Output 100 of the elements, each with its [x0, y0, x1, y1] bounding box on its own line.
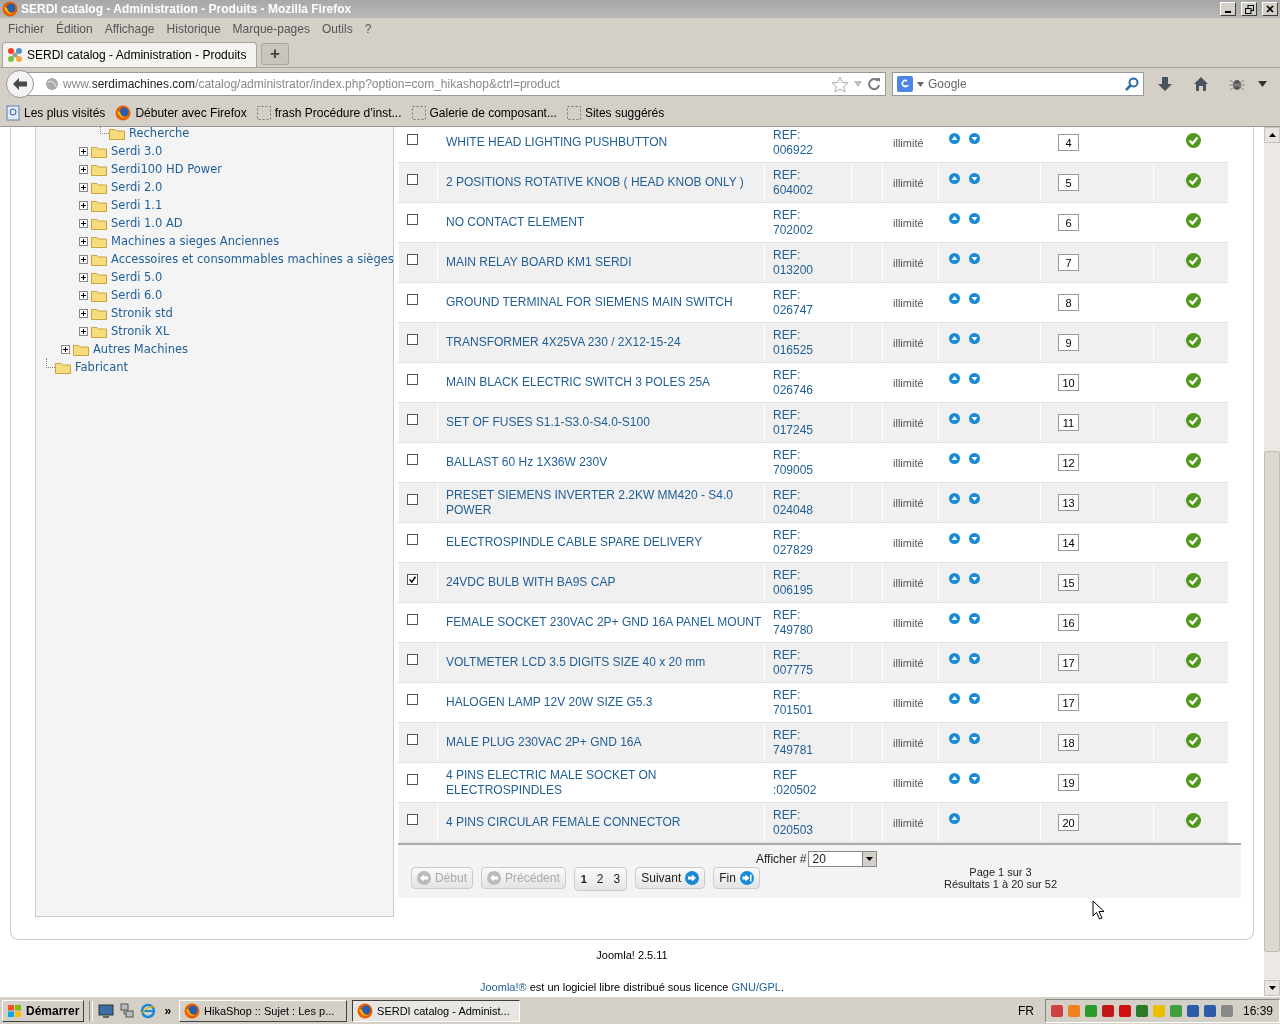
back-button[interactable] — [6, 70, 34, 98]
tray-icon[interactable] — [1117, 1003, 1132, 1018]
end-page-button[interactable]: Fin — [713, 867, 760, 889]
category-link[interactable]: Fabricant — [75, 360, 128, 374]
published-check-icon[interactable] — [1186, 293, 1201, 308]
page-link[interactable]: 3 — [613, 872, 621, 886]
published-check-icon[interactable] — [1186, 733, 1201, 748]
category-link[interactable]: Autres Machines — [93, 342, 188, 356]
published-check-icon[interactable] — [1186, 253, 1201, 268]
ordering-field[interactable]: 13 — [1058, 494, 1079, 511]
row-checkbox[interactable] — [407, 294, 418, 305]
menu-item[interactable]: Édition — [50, 22, 99, 36]
tray-icon[interactable] — [1083, 1003, 1098, 1018]
tray-icon[interactable] — [1185, 1003, 1200, 1018]
row-checkbox[interactable] — [407, 214, 418, 225]
expand-button[interactable] — [78, 236, 88, 246]
bookmark-link[interactable]: frash Procédure d’inst... — [274, 106, 402, 120]
published-check-icon[interactable] — [1186, 573, 1201, 588]
bookmark-link[interactable]: Débuter avec Firefox — [135, 106, 247, 120]
ordering-field[interactable]: 15 — [1058, 574, 1079, 591]
category-link[interactable]: Serdi 1.0 AD — [111, 216, 183, 230]
menu-item[interactable]: Outils — [315, 22, 359, 36]
published-check-icon[interactable] — [1186, 773, 1201, 788]
row-checkbox[interactable] — [407, 174, 418, 185]
category-link[interactable]: Serdi 6.0 — [111, 288, 163, 302]
scroll-up-button[interactable] — [1264, 127, 1280, 143]
tray-icon[interactable] — [1219, 1003, 1234, 1018]
expand-button[interactable] — [78, 308, 88, 318]
published-check-icon[interactable] — [1186, 693, 1201, 708]
browser-e-icon[interactable] — [140, 1002, 157, 1019]
ordering-field[interactable]: 4 — [1058, 134, 1079, 151]
expand-button[interactable] — [78, 326, 88, 336]
published-check-icon[interactable] — [1186, 813, 1201, 828]
scrollbar-thumb[interactable] — [1264, 451, 1280, 952]
browser-tab[interactable]: SERDI catalog - Administration - Produits — [2, 42, 257, 67]
row-checkbox[interactable] — [407, 774, 418, 785]
menu-item[interactable]: Marque-pages — [226, 22, 316, 36]
close-button[interactable] — [1262, 2, 1278, 16]
row-checkbox[interactable] — [407, 494, 418, 505]
published-check-icon[interactable] — [1186, 533, 1201, 548]
category-link[interactable]: Machines a sieges Anciennes — [111, 234, 280, 248]
address-field[interactable]: www.serdimachines.com/catalog/administrator/index.php?option=com_hikashop&ctrl=product — [26, 72, 886, 96]
new-tab-button[interactable]: + — [261, 43, 289, 65]
expand-button[interactable] — [78, 254, 88, 264]
ordering-field[interactable]: 18 — [1058, 734, 1079, 751]
expand-button[interactable] — [78, 164, 88, 174]
desktop-icon[interactable] — [98, 1002, 115, 1019]
published-check-icon[interactable] — [1186, 373, 1201, 388]
menu-item[interactable]: Historique — [160, 22, 227, 36]
row-checkbox[interactable] — [407, 334, 418, 345]
row-checkbox[interactable] — [407, 374, 418, 385]
published-check-icon[interactable] — [1186, 333, 1201, 348]
expand-button[interactable] — [78, 218, 88, 228]
taskbar-button[interactable]: HikaShop :: Sujet : Les p... — [179, 999, 348, 1022]
scroll-down-button[interactable] — [1264, 980, 1280, 996]
published-check-icon[interactable] — [1186, 173, 1201, 188]
published-check-icon[interactable] — [1186, 213, 1201, 228]
row-checkbox[interactable] — [407, 534, 418, 545]
joomla-link[interactable]: Joomla!® — [480, 981, 527, 993]
published-check-icon[interactable] — [1186, 413, 1201, 428]
menu-item[interactable]: Affichage — [98, 22, 161, 36]
more-button[interactable]: » — [161, 1003, 175, 1018]
published-check-icon[interactable] — [1186, 493, 1201, 508]
row-checkbox[interactable] — [407, 414, 418, 425]
page-link[interactable]: 2 — [596, 872, 604, 886]
ordering-field[interactable]: 6 — [1058, 214, 1079, 231]
expand-button[interactable] — [78, 290, 88, 300]
category-link[interactable]: Accessoires et consommables machines a sièges — [111, 252, 394, 266]
tray-icon[interactable] — [1202, 1003, 1217, 1018]
category-link[interactable]: Stronik XL — [111, 324, 170, 338]
bookmark-link[interactable]: Les plus visités — [24, 106, 106, 120]
category-link[interactable]: Serdi 5.0 — [111, 270, 163, 284]
row-checkbox[interactable] — [407, 254, 418, 265]
language-indicator[interactable]: FR — [1017, 1003, 1034, 1018]
tray-icon[interactable] — [1049, 1003, 1064, 1018]
menu-item[interactable]: ? — [358, 22, 378, 36]
ordering-field[interactable]: 9 — [1058, 334, 1079, 351]
row-checkbox[interactable] — [407, 654, 418, 665]
ordering-field[interactable]: 20 — [1058, 814, 1079, 831]
search-field[interactable]: Google — [892, 72, 1144, 96]
network-icon[interactable] — [119, 1002, 136, 1019]
ordering-field[interactable]: 8 — [1058, 294, 1079, 311]
ordering-field[interactable]: 17 — [1058, 654, 1079, 671]
ordering-field[interactable]: 14 — [1058, 534, 1079, 551]
row-checkbox[interactable] — [407, 574, 418, 585]
limit-select[interactable]: 20 — [808, 851, 878, 867]
row-checkbox[interactable] — [407, 134, 418, 145]
published-check-icon[interactable] — [1186, 613, 1201, 628]
category-link[interactable]: Serdi 3.0 — [111, 144, 163, 158]
expand-button[interactable] — [78, 182, 88, 192]
tray-icon[interactable] — [1100, 1003, 1115, 1018]
category-link[interactable]: Serdi100 HD Power — [111, 162, 222, 176]
start-button[interactable]: Démarrer — [2, 999, 85, 1022]
ordering-field[interactable]: 16 — [1058, 614, 1079, 631]
tray-icon[interactable] — [1134, 1003, 1149, 1018]
category-link[interactable]: Serdi 2.0 — [111, 180, 163, 194]
restore-button[interactable] — [1241, 2, 1257, 16]
minimize-button[interactable] — [1220, 2, 1236, 16]
tray-icon[interactable] — [1168, 1003, 1183, 1018]
bookmark-link[interactable]: Galerie de composant... — [429, 106, 557, 120]
